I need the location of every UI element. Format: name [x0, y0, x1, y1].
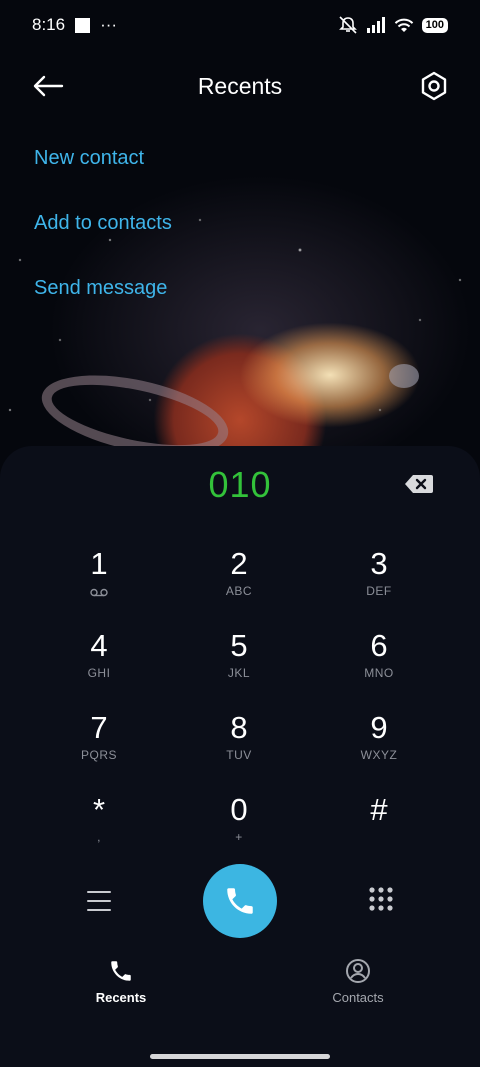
app-header: Recents [0, 60, 480, 112]
backspace-icon[interactable] [404, 472, 434, 496]
key-digit: # [370, 792, 388, 827]
call-button[interactable] [203, 864, 277, 938]
key-star[interactable]: * , [29, 784, 169, 866]
contacts-icon [346, 959, 370, 983]
key-digit: * [92, 792, 106, 827]
key-6[interactable]: 6 MNO [309, 620, 449, 702]
dialer-panel: 010 1 2 ABC 3 DEF 4 GHI 5 JKL 6 MNO 7 PQ… [0, 446, 480, 1067]
key-5[interactable]: 5 JKL [169, 620, 309, 702]
key-letters: PQRS [80, 748, 117, 762]
nav-recents-label: Recents [95, 990, 147, 1005]
key-letters: GHI [87, 666, 111, 680]
signal-icon [366, 17, 385, 33]
key-digit: 9 [370, 710, 388, 745]
key-digit: 6 [370, 628, 388, 663]
send-message-link[interactable]: Send message [34, 260, 172, 325]
page-title: Recents [197, 72, 283, 99]
status-time: 8:16 [32, 15, 66, 34]
key-0[interactable]: 0 + [169, 784, 309, 866]
new-contact-link[interactable]: New contact [34, 130, 172, 195]
phone-icon [227, 888, 253, 914]
key-7[interactable]: 7 PQRS [29, 702, 169, 784]
key-letters: MNO [364, 666, 394, 680]
nav-contacts-label: Contacts [332, 990, 384, 1005]
key-digit: 7 [90, 710, 108, 745]
key-digit: 2 [230, 546, 248, 581]
key-digit: 1 [90, 546, 108, 581]
add-to-contacts-link[interactable]: Add to contacts [34, 195, 172, 260]
key-3[interactable]: 3 DEF [309, 538, 449, 620]
key-9[interactable]: 9 WXYZ [309, 702, 449, 784]
key-letters: WXYZ [360, 748, 398, 762]
keypad: 1 2 ABC 3 DEF 4 GHI 5 JKL 6 MNO 7 PQRS 8… [29, 538, 449, 866]
key-hash[interactable]: # [309, 784, 449, 866]
number-actions: New contact Add to contacts Send message [34, 130, 172, 325]
nav-contacts[interactable]: Contacts [298, 958, 418, 1005]
key-letters: JKL [227, 666, 251, 680]
back-arrow-icon[interactable] [30, 72, 66, 100]
key-digit: 4 [90, 628, 108, 663]
key-4[interactable]: 4 GHI [29, 620, 169, 702]
key-letters: + [235, 830, 243, 844]
notification-square-icon [75, 17, 91, 33]
key-letters: , [97, 830, 101, 844]
key-letters: DEF [366, 584, 392, 598]
status-bar: 8:16 ··· 100 [0, 0, 480, 50]
dialpad-icon[interactable] [368, 886, 394, 916]
key-8[interactable]: 8 TUV [169, 702, 309, 784]
wifi-icon [394, 18, 413, 32]
menu-icon[interactable] [86, 888, 112, 914]
key-digit: 0 [230, 792, 248, 827]
nav-recents[interactable]: Recents [61, 958, 181, 1005]
dialer-controls [0, 864, 480, 940]
key-letters: TUV [226, 748, 252, 762]
settings-icon[interactable] [418, 70, 450, 102]
key-digit: 3 [370, 546, 388, 581]
more-notifications-icon: ··· [100, 15, 118, 34]
key-2[interactable]: 2 ABC [169, 538, 309, 620]
phone-icon [111, 961, 131, 981]
voicemail-icon [90, 588, 108, 597]
home-indicator[interactable] [150, 1054, 330, 1059]
key-letters: ABC [225, 584, 253, 598]
battery-indicator: 100 [421, 17, 448, 33]
key-digit: 5 [230, 628, 248, 663]
key-1[interactable]: 1 [29, 538, 169, 620]
mute-icon [338, 16, 357, 34]
key-digit: 8 [230, 710, 248, 745]
bottom-navigation: Recents Contacts [0, 958, 480, 1018]
wallpaper-moon [389, 364, 419, 388]
